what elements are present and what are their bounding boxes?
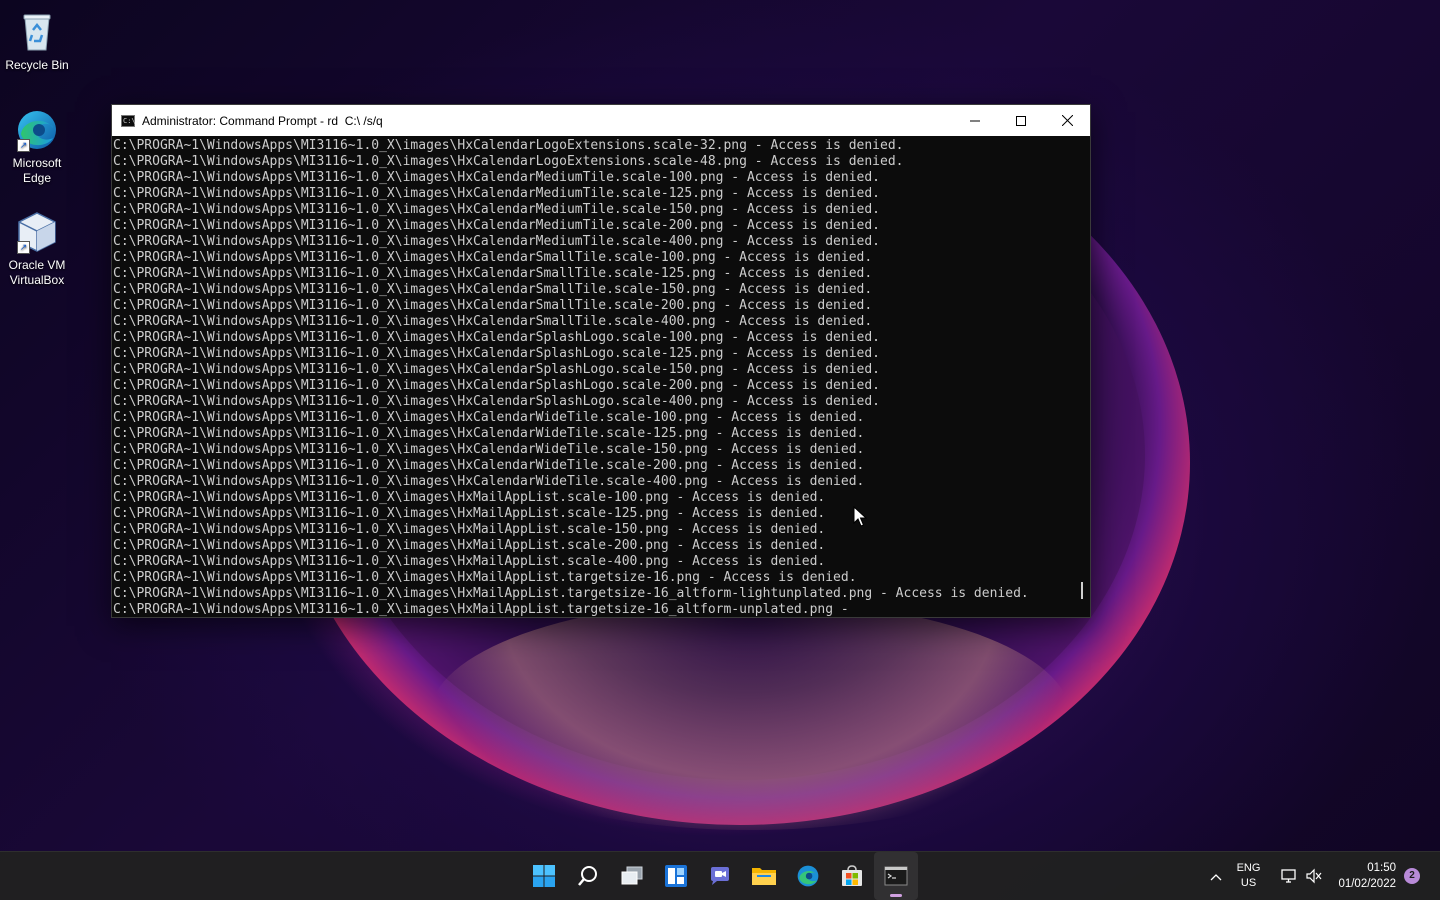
terminal-icon: [884, 866, 908, 886]
desktop-icon-recycle-bin[interactable]: Recycle Bin: [0, 10, 74, 73]
desktop-icon-virtualbox[interactable]: ↗ Oracle VM VirtualBox: [0, 210, 74, 288]
show-hidden-icons-button[interactable]: [1203, 868, 1229, 884]
console-line: C:\PROGRA~1\WindowsApps\MI3116~1.0_X\ima…: [113, 282, 873, 297]
maximize-icon: [1016, 115, 1026, 126]
close-button[interactable]: [1044, 105, 1090, 136]
console-output[interactable]: C:\PROGRA~1\WindowsApps\MI3116~1.0_X\ima…: [112, 136, 1090, 617]
task-view-button[interactable]: [610, 852, 654, 900]
edge-button[interactable]: [786, 852, 830, 900]
console-line: C:\PROGRA~1\WindowsApps\MI3116~1.0_X\ima…: [113, 458, 865, 473]
console-line: C:\PROGRA~1\WindowsApps\MI3116~1.0_X\ima…: [113, 602, 849, 617]
console-line: C:\PROGRA~1\WindowsApps\MI3116~1.0_X\ima…: [113, 330, 881, 345]
console-line: C:\PROGRA~1\WindowsApps\MI3116~1.0_X\ima…: [113, 314, 873, 329]
command-prompt-icon: C:\: [121, 114, 136, 127]
desktop-icon-microsoft-edge[interactable]: ↗ Microsoft Edge: [0, 108, 74, 186]
system-tray: ENG US 01:50 01/02/2022 2: [1203, 852, 1440, 900]
command-prompt-window[interactable]: C:\ Administrator: Command Prompt - rd C…: [111, 104, 1091, 618]
window-titlebar[interactable]: C:\ Administrator: Command Prompt - rd C…: [112, 105, 1090, 136]
close-icon: [1061, 115, 1073, 126]
console-line: C:\PROGRA~1\WindowsApps\MI3116~1.0_X\ima…: [113, 186, 881, 201]
console-line: C:\PROGRA~1\WindowsApps\MI3116~1.0_X\ima…: [113, 394, 881, 409]
console-line: C:\PROGRA~1\WindowsApps\MI3116~1.0_X\ima…: [113, 346, 881, 361]
wallpaper-glow: [430, 600, 1070, 830]
volume-button[interactable]: [1302, 852, 1326, 900]
console-line: C:\PROGRA~1\WindowsApps\MI3116~1.0_X\ima…: [113, 426, 865, 441]
maximize-button[interactable]: [998, 105, 1044, 136]
edge-icon: ↗: [15, 108, 59, 152]
desktop-icon-label: Microsoft Edge: [12, 156, 62, 185]
store-button[interactable]: [830, 852, 874, 900]
terminal-button[interactable]: [874, 852, 918, 900]
console-line: C:\PROGRA~1\WindowsApps\MI3116~1.0_X\ima…: [113, 474, 865, 489]
volume-muted-icon: [1306, 868, 1322, 884]
notification-badge[interactable]: 2: [1404, 868, 1420, 884]
console-line: C:\PROGRA~1\WindowsApps\MI3116~1.0_X\ima…: [113, 506, 826, 521]
console-line: C:\PROGRA~1\WindowsApps\MI3116~1.0_X\ima…: [113, 490, 826, 505]
store-icon: [842, 865, 862, 886]
folder-icon: [752, 868, 776, 885]
minimize-button[interactable]: [952, 105, 998, 136]
console-line: C:\PROGRA~1\WindowsApps\MI3116~1.0_X\ima…: [113, 410, 865, 425]
search-icon: [578, 866, 597, 886]
network-button[interactable]: [1278, 852, 1302, 900]
recycle-bin-icon: [15, 10, 59, 54]
windows-logo-icon: [533, 865, 555, 887]
console-line: C:\PROGRA~1\WindowsApps\MI3116~1.0_X\ima…: [113, 170, 881, 185]
console-line: C:\PROGRA~1\WindowsApps\MI3116~1.0_X\ima…: [113, 570, 857, 585]
language-code: ENG: [1236, 862, 1261, 874]
widgets-icon: [665, 865, 687, 887]
virtualbox-icon: ↗: [15, 210, 59, 254]
window-title: Administrator: Command Prompt - rd C:\ /…: [142, 113, 383, 128]
chat-icon: [711, 867, 729, 885]
shortcut-arrow-icon: ↗: [17, 139, 30, 152]
task-view-icon: [621, 866, 643, 885]
minimize-icon: [970, 120, 980, 121]
start-button[interactable]: [522, 852, 566, 900]
chevron-up-icon: [1210, 874, 1222, 881]
desktop-icon-label: Recycle Bin: [5, 58, 69, 72]
widgets-button[interactable]: [654, 852, 698, 900]
clock-button[interactable]: 01:50 01/02/2022: [1338, 860, 1396, 892]
clock-time: 01:50: [1367, 862, 1396, 874]
console-line: C:\PROGRA~1\WindowsApps\MI3116~1.0_X\ima…: [113, 250, 873, 265]
edge-icon: [797, 865, 819, 887]
console-line: C:\PROGRA~1\WindowsApps\MI3116~1.0_X\ima…: [113, 154, 904, 169]
console-line: C:\PROGRA~1\WindowsApps\MI3116~1.0_X\ima…: [113, 538, 826, 553]
console-line: C:\PROGRA~1\WindowsApps\MI3116~1.0_X\ima…: [113, 522, 826, 537]
clock-date: 01/02/2022: [1338, 878, 1396, 890]
desktop-icon-label: Oracle VM VirtualBox: [8, 258, 66, 287]
taskbar-apps: [522, 852, 918, 900]
file-explorer-button[interactable]: [742, 852, 786, 900]
mouse-cursor-icon: [853, 506, 867, 527]
console-line: C:\PROGRA~1\WindowsApps\MI3116~1.0_X\ima…: [113, 218, 881, 233]
console-scrollbar[interactable]: [1081, 582, 1083, 599]
keyboard-layout: US: [1240, 877, 1257, 889]
console-line: C:\PROGRA~1\WindowsApps\MI3116~1.0_X\ima…: [113, 554, 826, 569]
shortcut-arrow-icon: ↗: [17, 241, 30, 254]
console-line: C:\PROGRA~1\WindowsApps\MI3116~1.0_X\ima…: [113, 362, 881, 377]
console-line: C:\PROGRA~1\WindowsApps\MI3116~1.0_X\ima…: [113, 138, 904, 153]
chat-button[interactable]: [698, 852, 742, 900]
console-line: C:\PROGRA~1\WindowsApps\MI3116~1.0_X\ima…: [113, 266, 873, 281]
console-line: C:\PROGRA~1\WindowsApps\MI3116~1.0_X\ima…: [113, 442, 865, 457]
search-button[interactable]: [566, 852, 610, 900]
console-line: C:\PROGRA~1\WindowsApps\MI3116~1.0_X\ima…: [113, 234, 881, 249]
console-line: C:\PROGRA~1\WindowsApps\MI3116~1.0_X\ima…: [113, 586, 1029, 601]
console-line: C:\PROGRA~1\WindowsApps\MI3116~1.0_X\ima…: [113, 378, 881, 393]
taskbar: ENG US 01:50 01/02/2022 2: [0, 851, 1440, 900]
network-icon: [1281, 869, 1297, 883]
console-line: C:\PROGRA~1\WindowsApps\MI3116~1.0_X\ima…: [113, 202, 881, 217]
console-line: C:\PROGRA~1\WindowsApps\MI3116~1.0_X\ima…: [113, 298, 873, 313]
input-language-button[interactable]: ENG US: [1237, 861, 1261, 891]
